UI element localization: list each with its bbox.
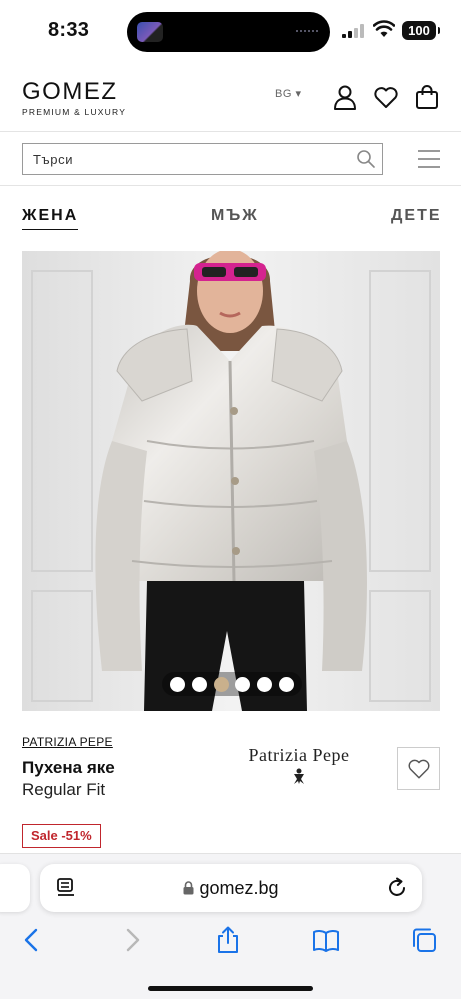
status-time: 8:33 (48, 19, 90, 41)
activity-dots-icon (296, 30, 318, 33)
reload-icon[interactable] (386, 877, 408, 899)
tab-kids[interactable]: ДЕТЕ (391, 207, 442, 225)
user-icon[interactable] (332, 84, 358, 110)
product-name: Пухена яке (22, 758, 115, 777)
gender-tabs: ЖЕНА МЪЖ ДЕТЕ (0, 207, 461, 235)
brand-logo-text: Patrizia Pepe (248, 745, 350, 765)
camera-app-icon (137, 22, 163, 42)
tabs-overview-icon[interactable] (410, 926, 438, 954)
product-fit: Regular Fit (22, 780, 106, 799)
search-input[interactable] (23, 144, 343, 174)
back-icon[interactable] (18, 926, 46, 954)
carousel-dot[interactable] (278, 676, 294, 692)
sale-badge: Sale -51% (22, 824, 101, 848)
forward-icon[interactable] (118, 926, 146, 954)
battery-indicator: 100 (402, 21, 440, 40)
carousel-dot[interactable] (256, 676, 272, 692)
carousel-dot[interactable] (191, 676, 207, 692)
cellular-signal-icon (342, 24, 364, 38)
search-row (0, 133, 461, 186)
tab-women[interactable]: ЖЕНА (22, 207, 79, 230)
heart-outline-icon (408, 759, 429, 778)
dynamic-island (127, 12, 330, 52)
add-to-wishlist-button[interactable] (397, 747, 440, 790)
lock-icon (183, 881, 194, 895)
carousel-dot[interactable] (235, 676, 251, 692)
site-header: GOMEZ PREMIUM & LUXURY BG ▾ (0, 62, 461, 132)
address-bar[interactable]: gomez.bg (40, 864, 422, 912)
wifi-icon (373, 20, 395, 37)
tab-men[interactable]: МЪЖ (211, 207, 259, 225)
product-image[interactable] (22, 251, 440, 711)
url-text: gomez.bg (199, 878, 279, 898)
brand-link[interactable]: PATRIZIA PEPE (22, 735, 113, 749)
brand-mascot-icon (294, 768, 304, 784)
hamburger-menu-icon[interactable] (418, 149, 440, 169)
share-icon[interactable] (214, 926, 242, 954)
heart-icon[interactable] (373, 84, 399, 110)
language-selector[interactable]: BG ▾ (275, 87, 301, 100)
search-icon[interactable] (356, 149, 376, 169)
search-box (22, 143, 383, 175)
browser-toolbar: gomez.bg (0, 853, 461, 999)
image-carousel-dots (162, 672, 302, 696)
home-indicator[interactable] (148, 986, 313, 991)
previous-tab-preview[interactable] (0, 864, 30, 912)
brand-logo[interactable]: Patrizia Pepe (243, 745, 355, 789)
status-bar: 8:33 100 (0, 0, 461, 62)
carousel-dot[interactable] (170, 676, 186, 692)
product-photo (22, 251, 440, 711)
carousel-dot-active[interactable] (213, 676, 229, 692)
bookmarks-icon[interactable] (312, 926, 340, 954)
logo-wordmark: GOMEZ (22, 78, 118, 105)
shopping-bag-icon[interactable] (414, 84, 440, 110)
url-display: gomez.bg (40, 878, 422, 899)
logo-tagline: PREMIUM & LUXURY (22, 107, 127, 117)
